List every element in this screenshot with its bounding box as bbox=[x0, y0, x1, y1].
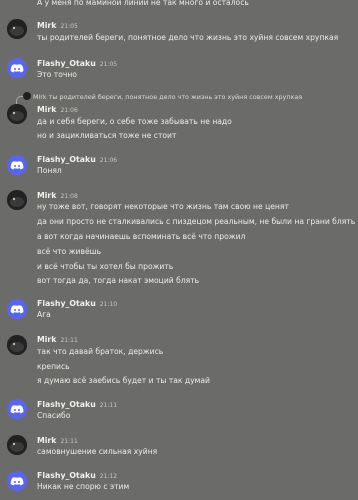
message-text: а вот когда начинаешь вспоминать всё что… bbox=[37, 232, 246, 241]
message-text: Понял bbox=[37, 166, 62, 175]
timestamp: 21:12 bbox=[99, 473, 118, 480]
username[interactable]: Mirk bbox=[37, 436, 56, 445]
message-text: самовнушение сильная хуйня bbox=[37, 447, 158, 456]
username[interactable]: Flashy_Otaku bbox=[37, 400, 96, 409]
reply-author: Mirk bbox=[33, 93, 47, 101]
message-header: Mirk 21:11 bbox=[37, 436, 78, 447]
message-text: Никак не спорю с этим bbox=[37, 482, 130, 491]
mirk-avatar[interactable] bbox=[7, 435, 27, 455]
timestamp: 21:06 bbox=[99, 157, 118, 164]
username[interactable]: Flashy_Otaku bbox=[37, 155, 96, 164]
message-text: я думаю всё заебись будет и ты так думай bbox=[37, 376, 210, 385]
message-header: Mirk 21:11 bbox=[37, 335, 78, 346]
reply-preview[interactable]: Mirk ты родителей береги, понятное дело … bbox=[23, 92, 353, 102]
reply-text: ты родителей береги, понятное дело что ж… bbox=[48, 93, 303, 101]
message-text: и всё чтобы ты хотел бы прожить bbox=[37, 262, 174, 271]
username[interactable]: Mirk bbox=[37, 191, 56, 200]
timestamp: 21:11 bbox=[99, 402, 118, 409]
username[interactable]: Mirk bbox=[37, 335, 56, 344]
message-header: Flashy_Otaku 21:12 bbox=[37, 471, 117, 482]
username[interactable]: Flashy_Otaku bbox=[37, 59, 96, 68]
mirk-avatar[interactable] bbox=[7, 190, 27, 210]
discord-logo-avatar[interactable] bbox=[7, 471, 27, 491]
timestamp: 21:11 bbox=[60, 438, 78, 445]
message-text: да и себя береги, о себе тоже забывать н… bbox=[37, 117, 232, 126]
message-text: да они просто не сталкивались с пиздецом… bbox=[37, 217, 356, 226]
message-text: вот тогда да, тогда накат эмоций блять bbox=[37, 276, 200, 285]
discord-logo-avatar[interactable] bbox=[7, 299, 27, 319]
message-text: всё что живёшь bbox=[37, 247, 102, 256]
message-text: крепись bbox=[37, 362, 70, 371]
message-header: Flashy_Otaku 21:06 bbox=[37, 155, 117, 166]
message-text: но и зацикливаться тоже не стоит bbox=[37, 131, 177, 140]
message-header: Flashy_Otaku 21:11 bbox=[37, 400, 117, 411]
message-text: так что давай браток, держись bbox=[37, 347, 164, 356]
discord-logo-avatar[interactable] bbox=[7, 155, 27, 175]
message-text: Ага bbox=[37, 310, 51, 319]
message-text: ну тоже вот, говорят некоторые что жизнь… bbox=[37, 202, 289, 211]
mirk-mini-avatar bbox=[23, 92, 31, 100]
timestamp: 21:05 bbox=[99, 61, 118, 68]
username[interactable]: Mirk bbox=[37, 21, 56, 30]
discord-logo-avatar[interactable] bbox=[7, 58, 27, 78]
message-text: ты родителей береги, понятное дело что ж… bbox=[37, 33, 339, 42]
username[interactable]: Mirk bbox=[37, 105, 56, 114]
message-header: Mirk 21:06 bbox=[37, 105, 78, 116]
mirk-avatar[interactable] bbox=[7, 104, 27, 124]
timestamp: 21:08 bbox=[60, 193, 78, 200]
message-header: Flashy_Otaku 21:05 bbox=[37, 59, 117, 70]
message-header: Mirk 21:08 bbox=[37, 191, 78, 202]
message-text: Это точно bbox=[37, 70, 77, 79]
message-text: А у меня по маминой линии не так много и… bbox=[37, 0, 249, 7]
timestamp: 21:10 bbox=[99, 301, 118, 308]
message-header: Flashy_Otaku 21:10 bbox=[37, 299, 117, 310]
username[interactable]: Flashy_Otaku bbox=[37, 471, 96, 480]
discord-logo-avatar[interactable] bbox=[7, 399, 27, 419]
chat-log: А у меня по маминой линии не так много и… bbox=[0, 0, 358, 500]
timestamp: 21:11 bbox=[60, 337, 78, 344]
timestamp: 21:05 bbox=[60, 23, 78, 30]
mirk-avatar[interactable] bbox=[7, 19, 27, 39]
timestamp: 21:06 bbox=[60, 107, 78, 114]
mirk-avatar[interactable] bbox=[7, 335, 27, 355]
message-text: Спасибо bbox=[37, 411, 71, 420]
username[interactable]: Flashy_Otaku bbox=[37, 299, 96, 308]
message-header: Mirk 21:05 bbox=[37, 21, 78, 32]
